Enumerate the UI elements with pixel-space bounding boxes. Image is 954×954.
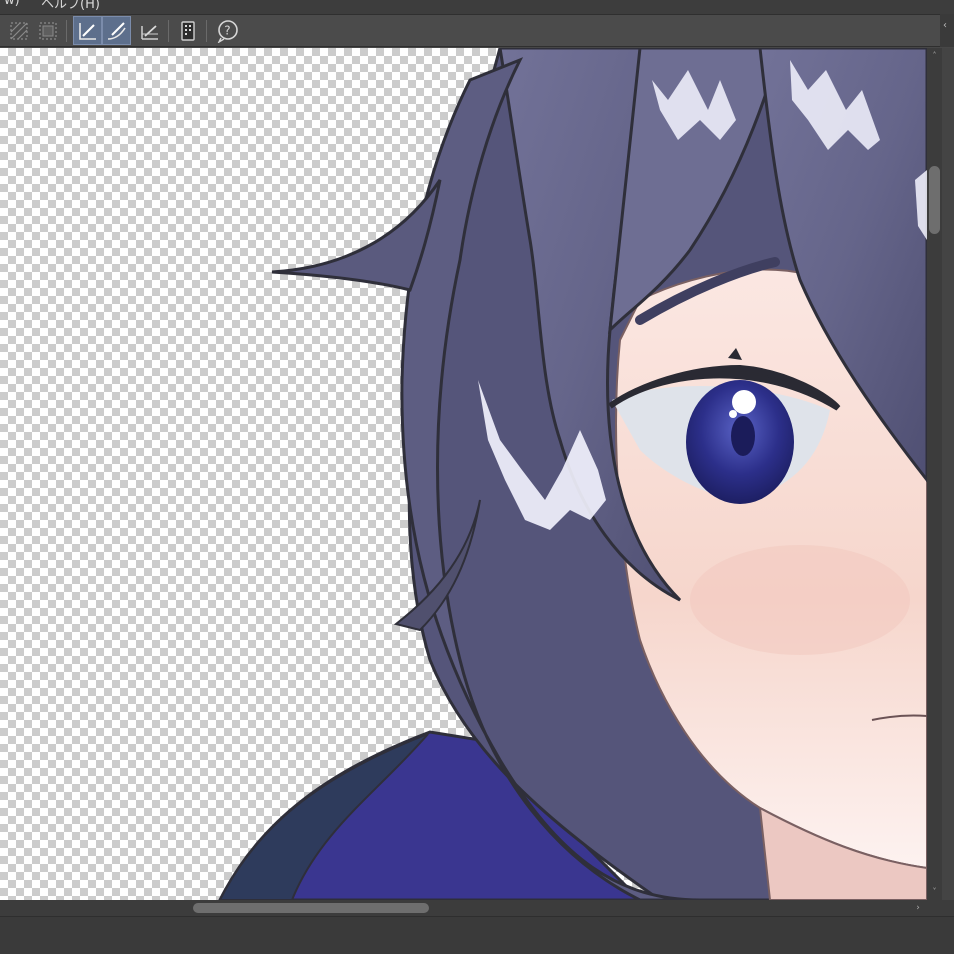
vertical-scroll-thumb[interactable] (929, 166, 940, 234)
ruler-snap-icon (78, 22, 96, 40)
menu-bar: w) ヘルプ(H) (0, 0, 954, 14)
command-bar: ? (0, 14, 954, 47)
drawing-canvas[interactable] (0, 48, 927, 900)
selection-border-button[interactable] (33, 16, 62, 45)
toolbar-separator (168, 20, 169, 42)
horizontal-scroll-thumb[interactable] (193, 903, 429, 913)
eye-highlight (732, 390, 756, 414)
help-icon: ? (217, 19, 238, 43)
snap-to-ruler-button[interactable] (73, 16, 102, 45)
scrollbar-corner (927, 900, 954, 916)
help-button[interactable]: ? (213, 16, 242, 45)
selection-border-icon (39, 22, 56, 39)
device-panel-button[interactable] (173, 16, 202, 45)
device-panel-icon (180, 20, 195, 41)
snap-to-special-ruler-button[interactable] (102, 16, 131, 45)
toolbar-separator (206, 20, 207, 42)
curve-ruler-snap-icon (107, 21, 126, 40)
scroll-down-icon[interactable]: ˅ (929, 886, 940, 897)
horizontal-scrollbar[interactable]: › (0, 900, 927, 916)
illustration-artwork (218, 48, 927, 900)
menu-item-help[interactable]: ヘルプ(H) (41, 0, 100, 12)
clear-selection-icon (10, 22, 27, 39)
menu-item-window[interactable]: w) (4, 0, 20, 8)
hair-ahoge (271, 179, 442, 292)
svg-text:?: ? (224, 23, 230, 37)
eye-highlight-small (729, 410, 737, 418)
toolbar-separator (66, 20, 67, 42)
panel-edge (942, 48, 954, 900)
grid-snap-icon (140, 24, 158, 40)
clear-selection-button[interactable] (4, 16, 33, 45)
scroll-right-icon[interactable]: › (912, 902, 924, 914)
cheek-blush (690, 545, 910, 655)
side-panel-collapse-tab[interactable]: ‹ (940, 14, 954, 47)
snap-to-grid-button[interactable] (135, 16, 164, 45)
scroll-up-icon[interactable]: ˄ (929, 50, 940, 61)
collapse-arrow-icon: ‹ (943, 20, 947, 31)
vertical-scrollbar[interactable]: ˄ ˅ (927, 48, 942, 900)
status-bar (0, 916, 954, 954)
eye-pupil (731, 416, 755, 456)
